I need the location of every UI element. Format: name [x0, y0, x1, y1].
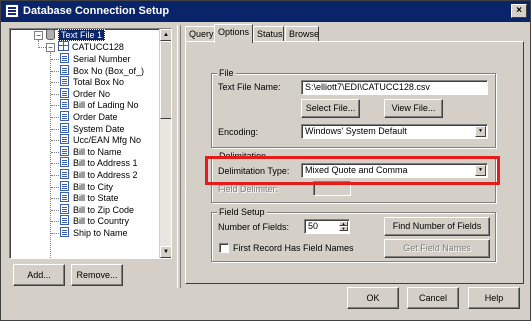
tree-field-label: Total Box No	[73, 77, 125, 88]
field-icon	[60, 122, 69, 133]
field-icon	[60, 227, 69, 237]
table-icon	[58, 41, 69, 51]
database-icon	[46, 29, 55, 40]
tree-field-label: System Date	[73, 123, 125, 134]
tree-field-label: Order No	[73, 88, 111, 99]
tree-field-label: Box No (Box_of_)	[73, 65, 145, 76]
text-file-name-label: Text File Name:	[218, 82, 281, 92]
tree-field-label: Ship to Name	[73, 228, 128, 238]
scroll-up-icon[interactable]: ▲	[160, 29, 171, 41]
tree-field-item[interactable]: Serial Number	[60, 53, 131, 65]
tree-item-table[interactable]: CATUCC128	[58, 41, 124, 53]
remove-button-label: Remove...	[76, 270, 118, 280]
ok-button[interactable]: OK	[347, 287, 399, 309]
cancel-button[interactable]: Cancel	[407, 287, 459, 309]
field-icon	[60, 192, 69, 203]
select-file-button[interactable]: Select File...	[301, 99, 360, 118]
field-icon	[60, 169, 69, 179]
app-icon	[5, 4, 19, 18]
field-tree[interactable]: − Text File 1 − CATUCC128 Serial Number B…	[9, 28, 172, 259]
field-icon	[60, 53, 69, 63]
tree-field-label: Bill to State	[73, 193, 119, 204]
tree-field-item[interactable]: Bill of Lading No	[60, 99, 139, 111]
tree-scrollbar[interactable]: ▲ ▼	[159, 29, 171, 258]
tree-field-item[interactable]: Bill to Country	[60, 215, 129, 227]
highlight-box	[205, 156, 500, 185]
tree-field-label: Bill to Address 1	[73, 158, 138, 169]
tree-field-item[interactable]: Ship to Name	[60, 227, 128, 239]
dialog-window: Database Connection Setup × − Text File …	[0, 0, 531, 321]
number-of-fields-value: 50	[308, 221, 319, 231]
collapse-root-icon[interactable]: −	[34, 31, 43, 40]
close-button[interactable]: ×	[511, 4, 527, 18]
field-icon	[60, 203, 69, 214]
help-button[interactable]: Help	[468, 287, 520, 309]
field-icon	[60, 111, 69, 121]
tree-field-label: Bill of Lading No	[73, 100, 139, 111]
tree-table-label: CATUCC128	[72, 42, 124, 52]
tree-field-label: Bill to City	[73, 181, 114, 192]
file-group-title: File	[217, 68, 236, 78]
add-button[interactable]: Add...	[13, 264, 65, 286]
encoding-select[interactable]: Windows' System Default ▼	[301, 124, 488, 139]
tree-field-item[interactable]: Order No	[60, 87, 111, 100]
tab-status[interactable]: Status	[253, 26, 284, 42]
tree-field-item[interactable]: Bill to State	[60, 192, 119, 204]
field-icon	[60, 64, 69, 75]
field-icon	[60, 145, 69, 156]
chevron-down-icon[interactable]: ▼	[475, 126, 486, 137]
tree-field-item[interactable]: System Date	[60, 122, 125, 135]
text-file-name-input[interactable]: S:\elliott7\EDI\CATUCC128.csv	[301, 80, 488, 95]
tree-field-item[interactable]: Bill to City	[60, 180, 114, 193]
tree-field-item[interactable]: Total Box No	[60, 76, 124, 88]
tree-field-item[interactable]: Bill to Zip Code	[60, 203, 135, 216]
tree-field-label: Order Date	[73, 112, 118, 122]
field-icon	[60, 215, 69, 226]
tree-field-item[interactable]: Bill to Name	[60, 145, 122, 158]
title-bar[interactable]: Database Connection Setup ×	[1, 1, 530, 22]
scroll-thumb[interactable]	[160, 41, 171, 119]
field-icon	[60, 157, 69, 168]
tree-field-item[interactable]: Ucc/EAN Mfg No	[60, 134, 141, 146]
field-setup-group-title: Field Setup	[217, 207, 267, 217]
scroll-down-icon[interactable]: ▼	[160, 246, 171, 258]
tab-options[interactable]: Options	[214, 24, 253, 43]
field-icon	[60, 180, 69, 191]
window-title: Database Connection Setup	[23, 5, 170, 17]
tree-field-label: Bill to Country	[73, 216, 130, 227]
tree-field-label: Bill to Zip Code	[73, 204, 135, 215]
tab-query[interactable]: Query	[185, 26, 216, 42]
tree-field-label: Serial Number	[73, 54, 131, 64]
first-record-checkbox[interactable]	[219, 243, 229, 253]
tree-field-label: Bill to Address 2	[73, 170, 138, 180]
encoding-label: Encoding:	[218, 127, 259, 137]
encoding-value: Windows' System Default	[305, 126, 407, 136]
tree-field-item[interactable]: Box No (Box_of_)	[60, 64, 145, 77]
tree-field-label: Bill to Name	[73, 146, 122, 157]
tree-field-item[interactable]: Order Date	[60, 111, 118, 123]
number-of-fields-stepper[interactable]: 50 ▲ ▼	[304, 219, 350, 234]
add-button-label: Add...	[27, 270, 51, 280]
tree-field-item[interactable]: Bill to Address 2	[60, 169, 138, 181]
field-icon	[60, 134, 69, 145]
collapse-table-icon[interactable]: −	[46, 43, 55, 52]
find-number-of-fields-button[interactable]: Find Number of Fields	[384, 217, 490, 236]
spinner-icon[interactable]: ▲ ▼	[339, 221, 348, 232]
view-file-button[interactable]: View File...	[384, 99, 443, 118]
get-field-names-button[interactable]: Get Field Names	[384, 239, 490, 258]
remove-button[interactable]: Remove...	[71, 264, 123, 286]
tab-browse[interactable]: Browse	[285, 26, 319, 42]
field-icon	[60, 99, 69, 110]
tree-field-label: Ucc/EAN Mfg No	[73, 135, 142, 146]
field-icon	[60, 87, 69, 98]
tree-root-label: Text File 1	[58, 29, 106, 41]
first-record-label: First Record Has Field Names	[233, 243, 354, 253]
tree-field-item[interactable]: Bill to Address 1	[60, 157, 138, 169]
number-of-fields-label: Number of Fields:	[218, 222, 290, 232]
splitter[interactable]	[177, 25, 181, 288]
tree-item-root[interactable]: Text File 1	[46, 29, 106, 41]
field-icon	[60, 76, 69, 87]
